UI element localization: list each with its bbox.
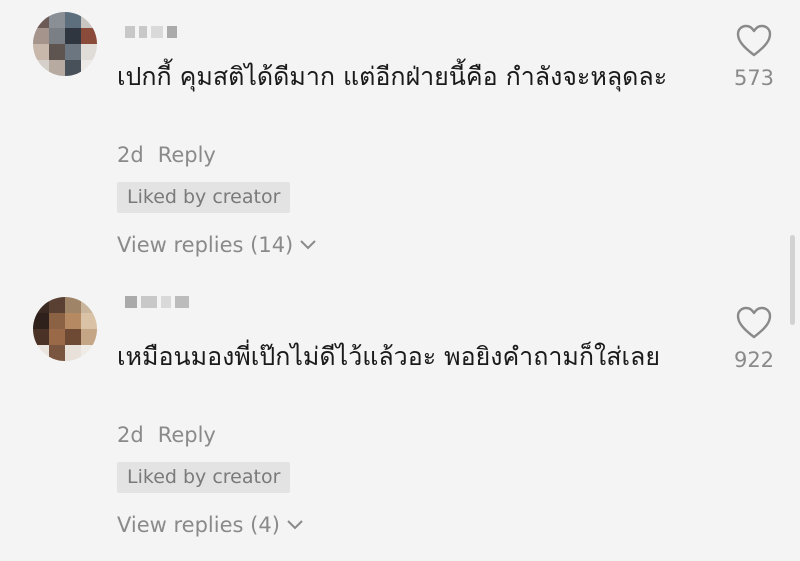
comments-panel: เปกกี้ คุมสติได้ดีมาก แต่อีกฝ่ายนี้คือ ก… <box>0 0 800 561</box>
reply-button[interactable]: Reply <box>158 423 216 447</box>
heart-outline-icon[interactable] <box>736 24 772 58</box>
comment-time: 2d <box>117 143 144 167</box>
comment-item: เหมือนมองพี่เป๊กไม่ดีไว้แล้วอะ พอยิงคำถา… <box>0 280 800 561</box>
comment-item: เปกกี้ คุมสติได้ดีมาก แต่อีกฝ่ายนี้คือ ก… <box>0 0 800 280</box>
avatar[interactable] <box>33 12 97 76</box>
avatar[interactable] <box>33 297 97 361</box>
chevron-down-icon <box>300 240 316 250</box>
username-obscured[interactable] <box>125 26 177 38</box>
liked-by-creator-badge: Liked by creator <box>117 182 291 213</box>
comment-time: 2d <box>117 423 144 447</box>
comment-meta: 2d Reply <box>117 143 216 167</box>
chevron-down-icon <box>287 520 303 530</box>
like-count: 573 <box>733 66 775 90</box>
liked-by-creator-badge: Liked by creator <box>117 462 291 493</box>
comment-meta: 2d Reply <box>117 423 216 447</box>
view-replies-button[interactable]: View replies (14) <box>117 233 317 257</box>
like-count: 922 <box>733 348 775 372</box>
comment-text: เหมือนมองพี่เป๊กไม่ดีไว้แล้วอะ พอยิงคำถา… <box>117 342 660 371</box>
view-replies-button[interactable]: View replies (4) <box>117 513 304 537</box>
reply-button[interactable]: Reply <box>158 143 216 167</box>
like-column: 573 <box>718 24 790 90</box>
like-column: 922 <box>718 306 790 372</box>
heart-outline-icon[interactable] <box>736 306 772 340</box>
view-replies-label: View replies (4) <box>117 513 280 537</box>
username-obscured[interactable] <box>125 296 189 308</box>
scrollbar[interactable] <box>790 235 795 325</box>
view-replies-label: View replies (14) <box>117 233 294 257</box>
comment-text: เปกกี้ คุมสติได้ดีมาก แต่อีกฝ่ายนี้คือ ก… <box>117 62 668 91</box>
